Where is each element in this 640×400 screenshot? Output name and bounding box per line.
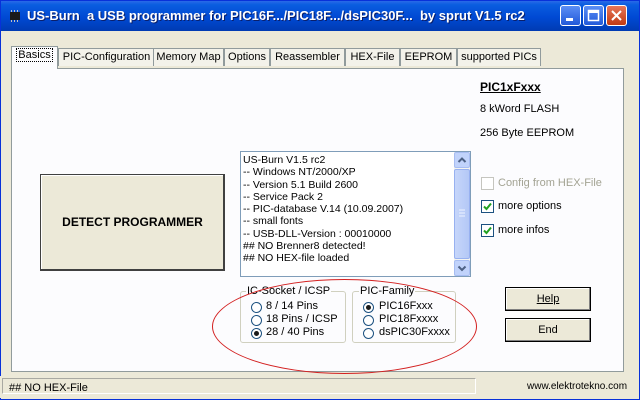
scroll-up-button[interactable] — [454, 152, 470, 168]
help-button-label: Help — [536, 293, 560, 305]
scroll-down-button[interactable] — [454, 260, 470, 276]
log-scrollbar[interactable] — [454, 152, 470, 276]
more-infos-label: more infos — [498, 224, 550, 236]
chip-name: PIC1xFxxx — [480, 80, 541, 94]
checkmark-icon — [483, 226, 492, 235]
tab-label: Reassembler — [275, 51, 340, 63]
end-button[interactable]: End — [505, 318, 591, 342]
maximize-button[interactable] — [583, 5, 604, 26]
log-line: US-Burn V1.5 rc2 — [243, 154, 326, 166]
title-bar[interactable]: US-Burn a USB programmer for PIC16F.../P… — [1, 1, 639, 31]
tab-basics[interactable]: Basics — [11, 46, 58, 69]
log-lines: US-Burn V1.5 rc2 -- Windows NT/2000/XP -… — [243, 154, 453, 265]
tab-pic-configuration[interactable]: PIC-Configuration — [58, 48, 155, 66]
log-line: -- Windows NT/2000/XP — [243, 166, 356, 179]
chip-eeprom: 256 Byte EEPROM — [480, 127, 575, 139]
log-line: -- Service Pack 2 — [243, 190, 323, 203]
chevron-down-icon — [457, 265, 467, 272]
minimize-button[interactable] — [560, 5, 581, 26]
red-highlight-ellipse — [212, 279, 477, 374]
tab-memory-map[interactable]: Memory Map — [153, 48, 224, 66]
tab-eeprom[interactable]: EEPROM — [400, 48, 457, 66]
tab-reassembler[interactable]: Reassembler — [270, 48, 345, 66]
detect-programmer-button[interactable]: DETECT PROGRAMMER — [40, 174, 225, 271]
log-listbox[interactable]: US-Burn V1.5 rc2 -- Windows NT/2000/XP -… — [240, 151, 471, 277]
tab-label: HEX-File — [350, 51, 395, 63]
config-from-hex-label: Config from HEX-File — [498, 177, 602, 189]
status-text: ## NO HEX-File — [9, 382, 88, 394]
watermark: www.elektrotekno.com — [527, 381, 628, 392]
tab-label: Basics — [16, 48, 53, 62]
config-from-hex-checkbox[interactable] — [481, 177, 494, 190]
log-line: ## NO HEX-file loaded — [243, 252, 350, 265]
tab-label: supported PICs — [461, 51, 537, 63]
chevron-up-icon — [457, 157, 467, 163]
more-infos-checkbox[interactable] — [481, 224, 494, 237]
scroll-thumb[interactable] — [454, 169, 470, 259]
checkmark-icon — [483, 202, 492, 211]
chip-app-icon — [7, 8, 23, 24]
more-options-checkbox[interactable] — [481, 200, 494, 213]
log-line: -- USB-DLL-Version : 00010000 — [243, 227, 392, 240]
tab-label: Options — [228, 51, 266, 63]
tab-hex-file[interactable]: HEX-File — [345, 48, 400, 66]
tab-label: PIC-Configuration — [62, 51, 151, 63]
tab-options[interactable]: Options — [224, 48, 270, 66]
tab-label: EEPROM — [404, 51, 453, 63]
status-pane: ## NO HEX-File — [2, 378, 476, 394]
log-line: ## NO Brenner8 detected! — [243, 240, 366, 253]
more-options-label: more options — [498, 200, 562, 212]
grip-icon — [459, 209, 465, 217]
help-button[interactable]: Help — [505, 287, 591, 311]
tab-supported-pics[interactable]: supported PICs — [457, 48, 541, 66]
log-line: -- small fonts — [243, 215, 304, 228]
chip-flash: 8 kWord FLASH — [480, 103, 560, 115]
log-line: -- Version 5.1 Build 2600 — [243, 178, 358, 191]
window-title: US-Burn a USB programmer for PIC16F.../P… — [27, 8, 525, 23]
log-line: -- PIC-database V.14 (10.09.2007) — [243, 203, 404, 216]
tab-label: Memory Map — [156, 51, 221, 63]
close-button[interactable] — [606, 5, 627, 26]
